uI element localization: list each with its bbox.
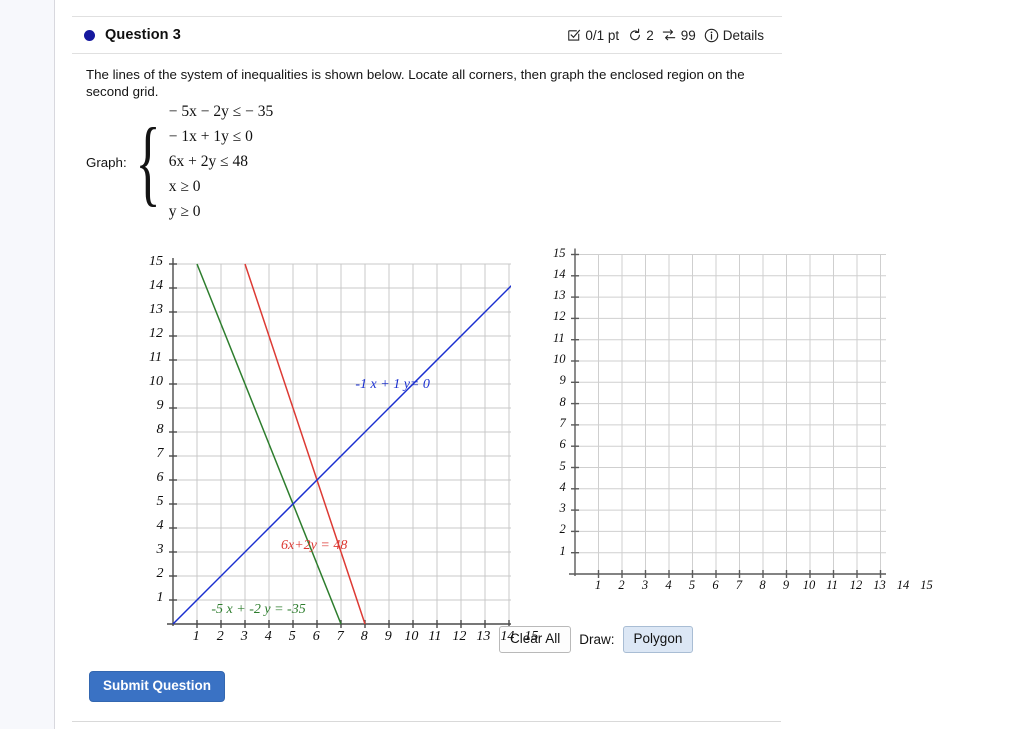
x-axis-tick-label: 10 <box>404 629 419 644</box>
points-group: 0/1 pt <box>566 28 619 43</box>
series-equation-label: -1 x + 1 y= 0 <box>355 377 430 393</box>
y-axis-tick-label: 6 <box>559 437 566 452</box>
inequality-row: 6x + 2y ≤ 48 <box>168 153 248 170</box>
x-axis-tick-label: 15 <box>524 629 539 644</box>
y-axis-tick-label: 3 <box>156 542 164 557</box>
y-axis-tick-label: 9 <box>156 398 164 413</box>
x-axis-tick-label: 6 <box>312 629 320 644</box>
y-axis-tick-label: 9 <box>559 373 566 388</box>
y-axis-tick-label: 5 <box>559 458 566 473</box>
bottom-divider <box>72 721 781 722</box>
y-axis-tick-label: 4 <box>559 479 566 494</box>
x-axis-tick-label: 8 <box>759 578 766 592</box>
y-axis-tick-label: 3 <box>559 501 566 516</box>
y-axis-tick-label: 1 <box>156 590 164 605</box>
x-axis-tick-label: 10 <box>802 578 816 592</box>
y-axis-tick-label: 10 <box>149 374 163 389</box>
y-axis-tick-label: 14 <box>149 278 163 293</box>
y-axis-tick-label: 11 <box>553 330 565 345</box>
x-axis-tick-label: 9 <box>384 629 392 644</box>
x-axis-tick-label: 8 <box>360 629 368 644</box>
x-axis-tick-label: 9 <box>782 578 790 592</box>
x-axis-tick-label: 11 <box>428 629 442 644</box>
series-equation-label: -5 x + -2 y = -35 <box>211 601 306 617</box>
x-axis-tick-label: 1 <box>192 629 200 644</box>
y-axis-tick-label: 12 <box>149 326 163 341</box>
question-prompt: The lines of the system of inequalities … <box>86 67 745 99</box>
x-axis-tick-label: 13 <box>873 578 886 592</box>
x-axis-tick-label: 11 <box>826 578 838 592</box>
inequality-row: x ≥ 0 <box>168 178 201 195</box>
y-axis-tick-label: 10 <box>553 352 566 366</box>
y-axis-tick-label: 7 <box>156 446 164 461</box>
series-equation-label: 6x+2y = 48 <box>281 538 348 554</box>
y-axis-tick-label: 5 <box>156 494 164 509</box>
inequality-row: y ≥ 0 <box>168 203 201 220</box>
y-axis-tick-label: 13 <box>553 288 566 303</box>
y-axis-tick-label: 2 <box>156 566 164 581</box>
graph-label: Graph: <box>86 154 127 170</box>
details-label[interactable]: Details <box>723 28 764 43</box>
x-axis-tick-label: 15 <box>920 578 933 592</box>
x-axis-tick-label: 5 <box>288 629 296 644</box>
y-axis-tick-label: 2 <box>559 522 566 537</box>
page-title: Question 3 <box>105 27 181 43</box>
y-axis-tick-label: 7 <box>559 415 566 430</box>
question-content-area: Question 3 0/1 pt 2 99 Details The lines… <box>56 0 1024 729</box>
y-axis-tick-label: 11 <box>149 350 162 365</box>
y-axis-tick-label: 13 <box>149 302 163 317</box>
x-axis-tick-label: 4 <box>665 578 672 592</box>
question-header: Question 3 0/1 pt 2 99 Details <box>72 16 782 54</box>
versions-value: 99 <box>680 27 696 43</box>
question-status-dot <box>84 29 95 41</box>
y-axis-tick-label: 1 <box>559 543 566 558</box>
retry-icon <box>627 28 642 43</box>
x-axis-tick-label: 14 <box>896 578 910 592</box>
y-axis-tick-label: 4 <box>156 518 164 533</box>
question-meta: 0/1 pt 2 99 Details <box>566 28 782 43</box>
points-value: 0/1 pt <box>585 27 620 43</box>
x-axis-tick-label: 12 <box>452 629 467 644</box>
checkbox-icon <box>566 28 581 43</box>
x-axis-tick-label: 2 <box>618 578 625 592</box>
left-navigation-rail <box>0 0 55 729</box>
shuffle-icon <box>662 28 677 43</box>
attempts-group: 2 <box>627 28 654 43</box>
inequality-system: Graph: { − 5x − 2y ≤ − 35 − 1x + 1y ≤ 0 … <box>86 100 273 224</box>
versions-group: 99 <box>662 28 696 43</box>
y-axis-tick-label: 12 <box>553 309 566 324</box>
x-axis-tick-label: 3 <box>641 578 649 592</box>
x-axis-tick-label: 1 <box>594 578 602 592</box>
x-axis-tick-label: 3 <box>240 629 248 644</box>
details-group[interactable]: Details <box>704 28 764 43</box>
submit-question-button[interactable]: Submit Question <box>89 671 225 702</box>
y-axis-tick-label: 15 <box>553 245 566 260</box>
inequality-row: − 1x + 1y ≤ 0 <box>168 128 253 145</box>
info-icon[interactable] <box>704 28 719 43</box>
y-axis-tick-label: 15 <box>149 254 163 269</box>
inequality-row: − 5x − 2y ≤ − 35 <box>168 103 274 120</box>
x-axis-tick-label: 12 <box>849 578 863 592</box>
x-axis-tick-label: 6 <box>712 578 719 592</box>
polygon-tool-button[interactable]: Polygon <box>622 626 694 653</box>
y-axis-tick-label: 8 <box>156 422 164 437</box>
draw-label: Draw: <box>579 631 615 647</box>
y-axis-tick-label: 6 <box>156 470 164 485</box>
x-axis-tick-label: 7 <box>735 578 743 592</box>
x-axis-tick-label: 13 <box>476 629 491 644</box>
x-axis-tick-label: 5 <box>688 578 696 592</box>
x-axis-tick-label: 7 <box>336 629 344 644</box>
attempts-value: 2 <box>646 27 654 43</box>
y-axis-tick-label: 14 <box>553 266 566 281</box>
x-axis-tick-label: 4 <box>264 629 272 644</box>
x-axis-tick-label: 2 <box>216 629 224 644</box>
x-axis-tick-label: 14 <box>500 629 515 644</box>
y-axis-tick-label: 8 <box>559 394 566 409</box>
inequality-list: − 5x − 2y ≤ − 35 − 1x + 1y ≤ 0 6x + 2y ≤… <box>161 100 273 224</box>
left-brace: { <box>135 107 161 215</box>
